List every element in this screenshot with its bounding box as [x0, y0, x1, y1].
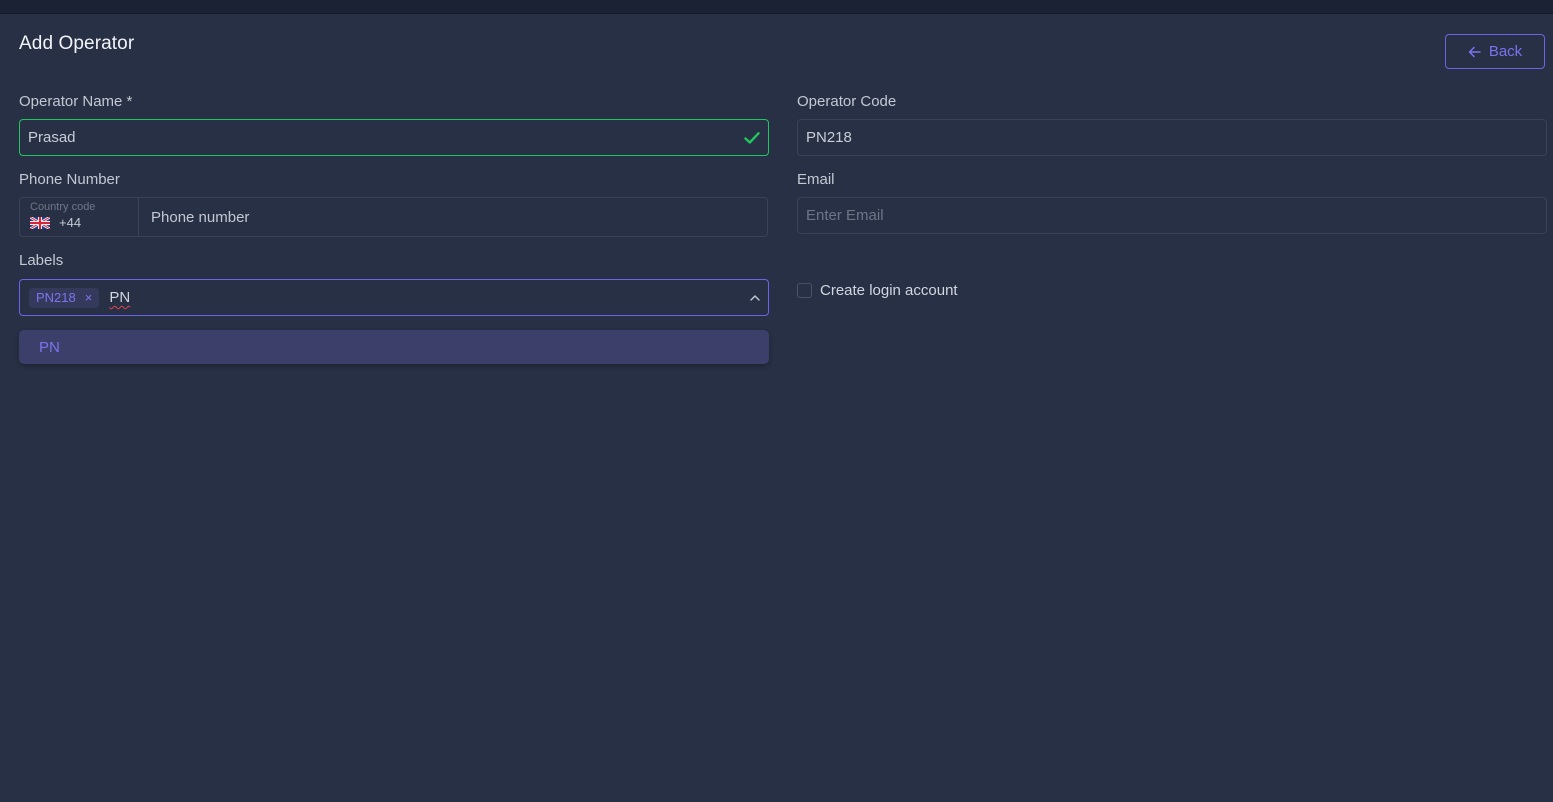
operator-name-input[interactable]: Prasad [19, 119, 769, 156]
label-tag: PN218 × [29, 287, 100, 308]
page-title: Add Operator [19, 33, 135, 54]
check-icon [744, 131, 760, 144]
labels-label: Labels [19, 252, 64, 269]
labels-select[interactable]: PN218 × PN [19, 279, 769, 316]
phone-number-label: Phone Number [19, 171, 120, 188]
country-code-select[interactable]: Country code +44 [20, 198, 139, 236]
phone-number-input[interactable]: Phone number [139, 198, 767, 236]
arrow-left-icon [1468, 46, 1481, 57]
top-bar [0, 0, 1553, 14]
uk-flag-icon [30, 216, 50, 229]
country-code-label: Country code [30, 201, 96, 213]
operator-code-label: Operator Code [797, 93, 897, 110]
back-button[interactable]: Back [1445, 34, 1545, 69]
email-label: Email [797, 171, 835, 188]
operator-code-value: PN218 [806, 129, 852, 146]
email-placeholder: Enter Email [806, 207, 884, 224]
create-login-row[interactable]: Create login account [797, 282, 958, 299]
label-tag-text: PN218 [36, 290, 76, 305]
dropdown-option[interactable]: PN [19, 330, 769, 364]
email-input[interactable]: Enter Email [797, 197, 1547, 234]
operator-code-input[interactable]: PN218 [797, 119, 1547, 156]
phone-number-placeholder: Phone number [151, 208, 250, 226]
close-icon[interactable]: × [85, 290, 93, 305]
country-code-value: +44 [59, 215, 82, 230]
phone-number-group: Country code +44 Phone number [19, 197, 768, 237]
operator-name-value: Prasad [28, 129, 76, 146]
chevron-up-icon[interactable] [750, 294, 760, 301]
back-button-label: Back [1488, 43, 1523, 60]
labels-search-input[interactable]: PN [109, 289, 130, 306]
create-login-checkbox[interactable] [797, 283, 812, 298]
operator-name-label: Operator Name * [19, 93, 133, 110]
create-login-label: Create login account [820, 282, 958, 299]
labels-dropdown: PN [19, 330, 769, 364]
